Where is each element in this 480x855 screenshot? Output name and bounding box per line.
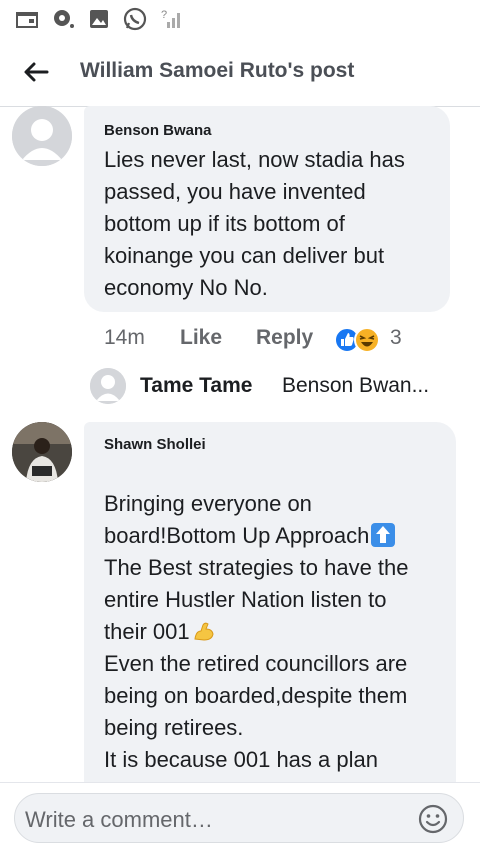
comment-line: It is because 001 has a plan (104, 747, 378, 772)
calendar-icon (14, 8, 40, 30)
reply-button[interactable]: Reply (256, 326, 313, 350)
svg-text:?: ? (161, 9, 167, 21)
comment-line: entire Hustler Nation listen to (104, 587, 387, 612)
comment-line: Bringing everyone on (104, 491, 312, 516)
up-arrow-emoji-icon (371, 523, 396, 547)
reply-avatar[interactable] (90, 368, 126, 404)
comment-input[interactable]: Write a comment… (14, 793, 464, 843)
comment-text: Bringing everyone on board!Bottom Up App… (104, 488, 409, 776)
comment-line: The Best strategies to have the (104, 555, 409, 580)
comment-line: being on boarded,despite them (104, 683, 408, 708)
whatsapp-icon (122, 7, 148, 31)
gallery-icon (88, 8, 110, 30)
default-avatar-icon (12, 106, 72, 166)
reactions-summary[interactable] (334, 327, 382, 353)
comment-line: economy No No. (104, 275, 268, 300)
comment-placeholder: Write a comment… (25, 807, 213, 832)
comment-line: board!Bottom Up Approach (104, 520, 409, 552)
comment-bubble: Shawn Shollei Bringing everyone on board… (84, 422, 456, 802)
comment-bubble: Benson Bwana Lies never last, now stadia… (84, 106, 450, 312)
comment-time: 14m (104, 326, 145, 349)
comment-line: being retirees. (104, 715, 244, 740)
haha-reaction-icon (354, 327, 380, 353)
comment-line-text: their 001 (104, 619, 190, 644)
profile-photo (12, 422, 72, 482)
post-header: William Samoei Ruto's post (0, 40, 480, 107)
comment-line: passed, you have invented (104, 179, 366, 204)
like-button[interactable]: Like (180, 326, 222, 350)
comment-line: bottom up if its bottom of (104, 211, 345, 236)
reply-preview-text[interactable]: Benson Bwan... (282, 374, 429, 398)
page-title: William Samoei Ruto's post (80, 59, 355, 82)
back-button[interactable] (18, 54, 54, 90)
chat-bubble-icon (50, 8, 76, 30)
flexed-biceps-emoji-icon (192, 619, 216, 643)
comment-line: Even the retired councillors are (104, 651, 408, 676)
smiley-icon (418, 804, 448, 834)
default-avatar-icon (90, 368, 126, 404)
status-bar: ? (0, 0, 480, 40)
comment-text: Lies never last, now stadia has passed, … (104, 144, 405, 304)
comment-line: koinange you can deliver but (104, 243, 385, 268)
no-signal-icon: ? (160, 8, 184, 30)
comment-composer-bar: Write a comment… (0, 782, 480, 855)
avatar[interactable] (12, 106, 72, 166)
arrow-left-icon (24, 62, 49, 82)
avatar[interactable] (12, 422, 72, 482)
reaction-count: 3 (390, 326, 402, 349)
comment-author[interactable]: Benson Bwana (104, 122, 212, 139)
reply-author[interactable]: Tame Tame (140, 374, 252, 398)
comment-line-text: board!Bottom Up Approach (104, 523, 370, 548)
comment-line: Lies never last, now stadia has (104, 147, 405, 172)
comment-author[interactable]: Shawn Shollei (104, 436, 206, 453)
comment-line: their 001 (104, 616, 409, 648)
emoji-button[interactable] (417, 803, 449, 835)
